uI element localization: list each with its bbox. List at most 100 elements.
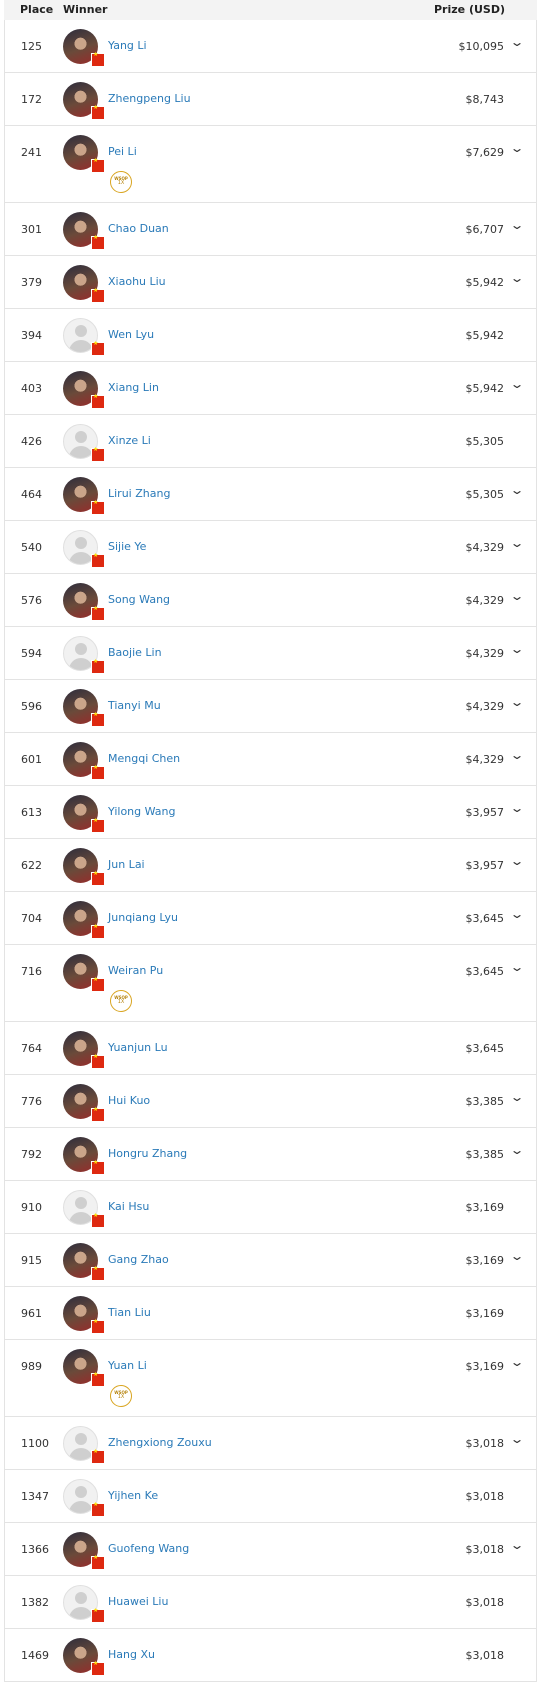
china-flag-icon: ★: [91, 1502, 105, 1517]
player-name-link[interactable]: Chao Duan: [108, 222, 169, 235]
wsop-ring-badge-icon: WSOP 1X: [110, 1385, 132, 1407]
prize-cell: $5,942: [465, 276, 505, 289]
player-name-link[interactable]: Jun Lai: [108, 858, 145, 871]
chevron-down-icon[interactable]: ⌄: [509, 961, 524, 973]
table-row[interactable]: 613 ★ Yilong Wang $3,957 ⌄: [5, 786, 536, 839]
table-row[interactable]: 915 ★ Gang Zhao $3,169 ⌄: [5, 1234, 536, 1287]
player-name-link[interactable]: Song Wang: [108, 593, 170, 606]
chevron-down-icon[interactable]: ⌄: [509, 643, 524, 655]
china-flag-icon: ★: [91, 1319, 105, 1334]
table-row[interactable]: 596 ★ Tianyi Mu $4,329 ⌄: [5, 680, 536, 733]
player-name-link[interactable]: Yuanjun Lu: [108, 1041, 168, 1054]
chevron-down-icon[interactable]: ⌄: [509, 1539, 524, 1551]
chevron-down-icon[interactable]: ⌄: [509, 36, 524, 48]
table-row: 394 ★ Wen Lyu $5,942: [5, 309, 536, 362]
chevron-down-icon[interactable]: ⌄: [509, 272, 524, 284]
table-row[interactable]: 704 ★ Junqiang Lyu $3,645 ⌄: [5, 892, 536, 945]
player-name-link[interactable]: Baojie Lin: [108, 646, 162, 659]
place-cell: 716: [21, 965, 42, 978]
player-name-link[interactable]: Xiaohu Liu: [108, 275, 166, 288]
table-row[interactable]: 241 ★ Pei Li WSOP 1X $7,629 ⌄: [5, 126, 536, 203]
china-flag-icon: ★: [91, 553, 105, 568]
china-flag-icon: ★: [91, 871, 105, 886]
player-name-link[interactable]: Xiang Lin: [108, 381, 159, 394]
place-cell: 464: [21, 488, 42, 501]
player-name-link[interactable]: Lirui Zhang: [108, 487, 170, 500]
prize-cell: $3,018: [465, 1543, 505, 1556]
player-name-link[interactable]: Weiran Pu: [108, 964, 163, 977]
table-row: 1347 ★ Yijhen Ke $3,018: [5, 1470, 536, 1523]
chevron-down-icon[interactable]: ⌄: [509, 590, 524, 602]
player-name-link[interactable]: Huawei Liu: [108, 1595, 168, 1608]
chevron-down-icon[interactable]: ⌄: [509, 537, 524, 549]
table-row[interactable]: 594 ★ Baojie Lin $4,329 ⌄: [5, 627, 536, 680]
column-header-prize: Prize (USD): [434, 3, 505, 16]
prize-cell: $5,942: [465, 329, 505, 342]
table-row[interactable]: 989 ★ Yuan Li WSOP 1X $3,169 ⌄: [5, 1340, 536, 1417]
prize-cell: $4,329: [465, 541, 505, 554]
player-name-link[interactable]: Tian Liu: [108, 1306, 151, 1319]
chevron-down-icon[interactable]: ⌄: [509, 484, 524, 496]
player-name-link[interactable]: Gang Zhao: [108, 1253, 169, 1266]
chevron-down-icon[interactable]: ⌄: [509, 219, 524, 231]
player-name-link[interactable]: Hongru Zhang: [108, 1147, 187, 1160]
player-name-link[interactable]: Yang Li: [108, 39, 147, 52]
table-row: 426 ★ Xinze Li $5,305: [5, 415, 536, 468]
player-name-link[interactable]: Xinze Li: [108, 434, 151, 447]
chevron-down-icon[interactable]: ⌄: [509, 1144, 524, 1156]
chevron-down-icon[interactable]: ⌄: [509, 802, 524, 814]
player-name-link[interactable]: Sijie Ye: [108, 540, 146, 553]
chevron-down-icon[interactable]: ⌄: [509, 855, 524, 867]
table-row[interactable]: 379 ★ Xiaohu Liu $5,942 ⌄: [5, 256, 536, 309]
chevron-down-icon[interactable]: ⌄: [509, 1433, 524, 1445]
place-cell: 961: [21, 1307, 42, 1320]
chevron-down-icon[interactable]: ⌄: [509, 142, 524, 154]
table-row[interactable]: 403 ★ Xiang Lin $5,942 ⌄: [5, 362, 536, 415]
player-name-link[interactable]: Guofeng Wang: [108, 1542, 189, 1555]
player-name-link[interactable]: Yijhen Ke: [108, 1489, 158, 1502]
place-cell: 172: [21, 93, 42, 106]
table-row[interactable]: 601 ★ Mengqi Chen $4,329 ⌄: [5, 733, 536, 786]
china-flag-icon: ★: [91, 500, 105, 515]
prize-cell: $4,329: [465, 647, 505, 660]
table-row[interactable]: 776 ★ Hui Kuo $3,385 ⌄: [5, 1075, 536, 1128]
player-name-link[interactable]: Yilong Wang: [108, 805, 176, 818]
table-row[interactable]: 576 ★ Song Wang $4,329 ⌄: [5, 574, 536, 627]
china-flag-icon: ★: [91, 924, 105, 939]
chevron-down-icon[interactable]: ⌄: [509, 378, 524, 390]
place-cell: 613: [21, 806, 42, 819]
table-row[interactable]: 716 ★ Weiran Pu WSOP 1X $3,645 ⌄: [5, 945, 536, 1022]
chevron-down-icon[interactable]: ⌄: [509, 749, 524, 761]
table-row[interactable]: 464 ★ Lirui Zhang $5,305 ⌄: [5, 468, 536, 521]
player-name-link[interactable]: Junqiang Lyu: [108, 911, 178, 924]
player-name-link[interactable]: Pei Li: [108, 145, 137, 158]
player-name-link[interactable]: Zhengxiong Zouxu: [108, 1436, 212, 1449]
table-row[interactable]: 301 ★ Chao Duan $6,707 ⌄: [5, 203, 536, 256]
table-row[interactable]: 540 ★ Sijie Ye $4,329 ⌄: [5, 521, 536, 574]
player-name-link[interactable]: Mengqi Chen: [108, 752, 180, 765]
chevron-down-icon[interactable]: ⌄: [509, 696, 524, 708]
china-flag-icon: ★: [91, 712, 105, 727]
chevron-down-icon[interactable]: ⌄: [509, 1091, 524, 1103]
player-name-link[interactable]: Zhengpeng Liu: [108, 92, 191, 105]
table-row[interactable]: 792 ★ Hongru Zhang $3,385 ⌄: [5, 1128, 536, 1181]
player-name-link[interactable]: Tianyi Mu: [108, 699, 161, 712]
prize-cell: $3,645: [465, 912, 505, 925]
table-row[interactable]: 622 ★ Jun Lai $3,957 ⌄: [5, 839, 536, 892]
chevron-down-icon[interactable]: ⌄: [509, 908, 524, 920]
player-name-link[interactable]: Kai Hsu: [108, 1200, 149, 1213]
place-cell: 594: [21, 647, 42, 660]
chevron-down-icon[interactable]: ⌄: [509, 1250, 524, 1262]
chevron-down-icon[interactable]: ⌄: [509, 1356, 524, 1368]
player-name-link[interactable]: Yuan Li: [108, 1359, 147, 1372]
china-flag-icon: ★: [91, 105, 105, 120]
wsop-ring-badge-icon: WSOP 1X: [110, 171, 132, 193]
china-flag-icon: ★: [91, 447, 105, 462]
player-name-link[interactable]: Hui Kuo: [108, 1094, 150, 1107]
table-row[interactable]: 1366 ★ Guofeng Wang $3,018 ⌄: [5, 1523, 536, 1576]
place-cell: 1382: [21, 1596, 49, 1609]
table-row[interactable]: 125 ★ Yang Li $10,095 ⌄: [5, 20, 536, 73]
player-name-link[interactable]: Hang Xu: [108, 1648, 155, 1661]
table-row[interactable]: 1100 ★ Zhengxiong Zouxu $3,018 ⌄: [5, 1417, 536, 1470]
player-name-link[interactable]: Wen Lyu: [108, 328, 154, 341]
